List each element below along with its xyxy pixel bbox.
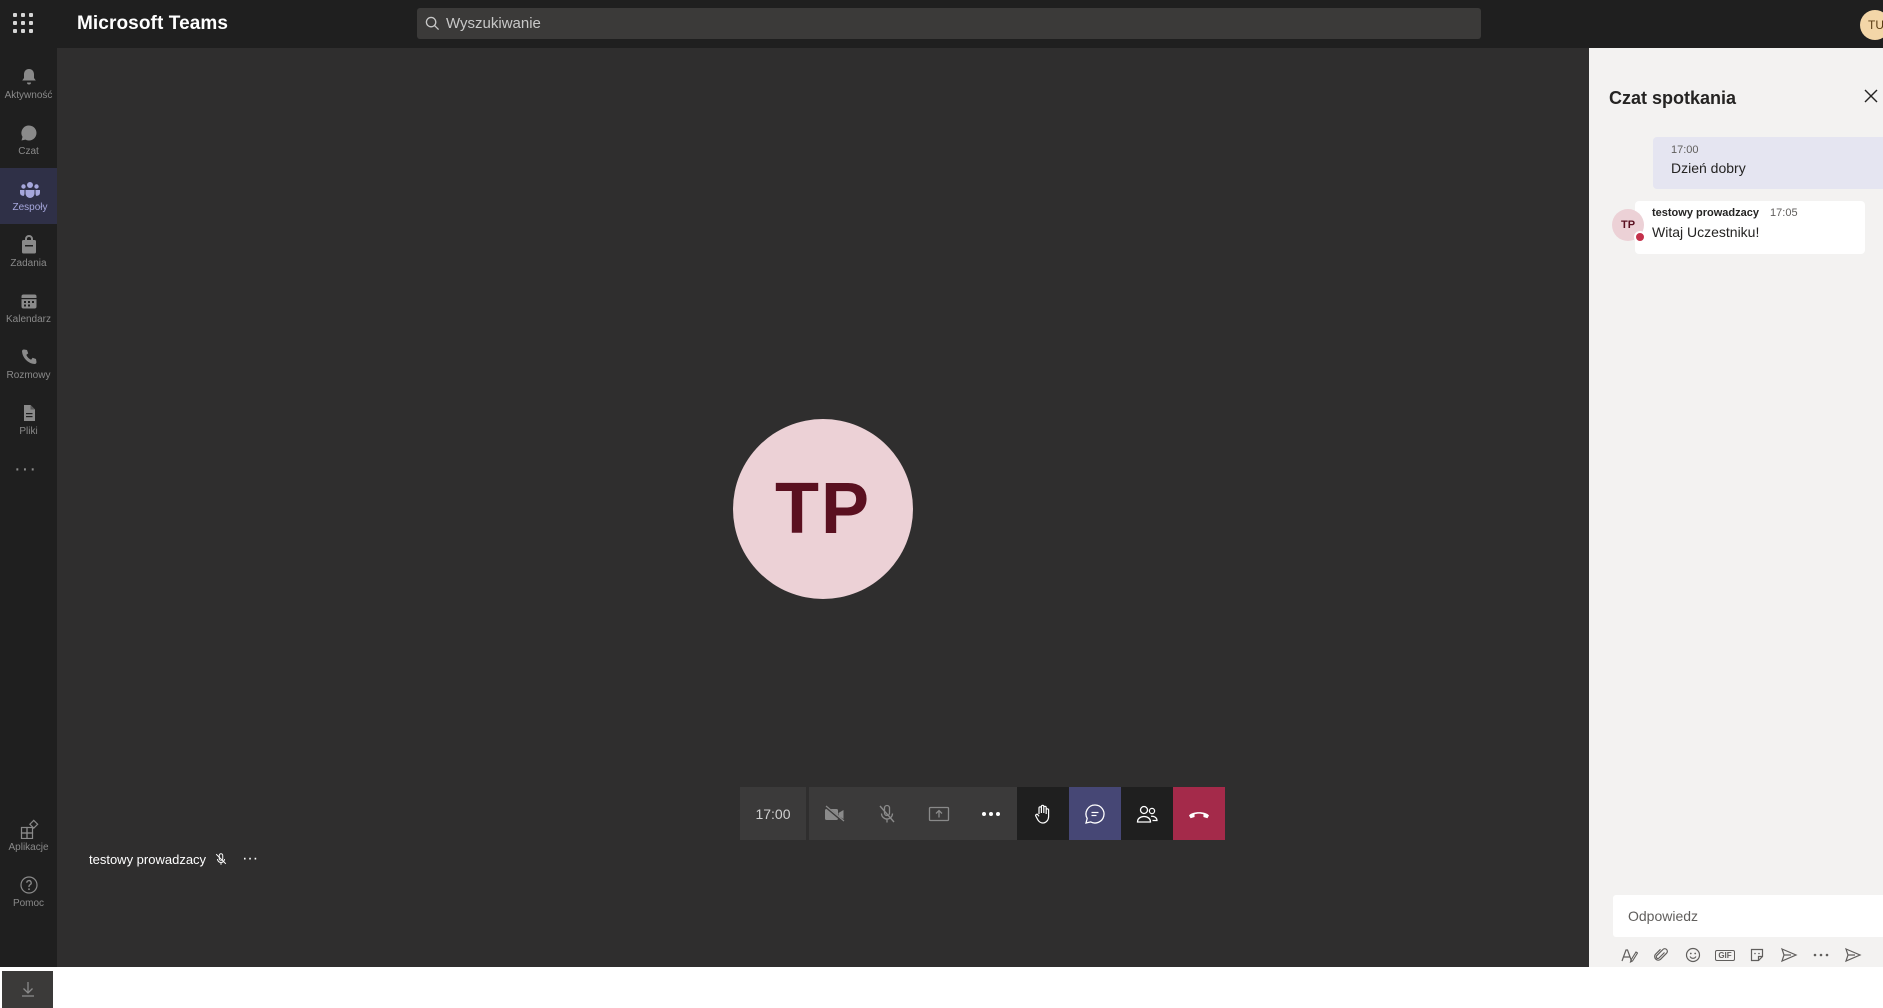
message-text: Witaj Uczestniku! (1652, 224, 1760, 240)
format-icon (1621, 949, 1638, 963)
close-panel-button[interactable] (1863, 88, 1879, 109)
gif-button[interactable]: GIF (1709, 943, 1741, 967)
mic-off-icon (879, 804, 895, 822)
attach-button[interactable] (1645, 943, 1677, 967)
rail-item-label: Kalendarz (5, 314, 52, 325)
meeting-chat-panel: Czat spotkania 17:00 Dzień dobry testowy… (1589, 48, 1883, 967)
app-rail: Aktywność Czat Zespoły Zadania Kalendarz… (0, 48, 57, 1008)
participant-label: testowy prowadzacy ··· (89, 850, 258, 868)
rail-item-label: Zespoły (12, 202, 48, 213)
rail-item-label: Aplikacje (8, 842, 49, 853)
rail-item-label: Aktywność (4, 90, 53, 101)
search-input[interactable] (446, 15, 1446, 32)
chat-message-own[interactable]: 17:00 Dzień dobry (1653, 137, 1883, 189)
show-participants-button[interactable] (1121, 787, 1173, 840)
paperclip-icon (1654, 948, 1668, 961)
bell-icon (21, 69, 36, 85)
chat-message[interactable]: testowy prowadzacy 17:05 Witaj Uczestnik… (1635, 201, 1865, 254)
teams-icon (20, 182, 40, 198)
more-apps-icon[interactable]: ··· (14, 458, 37, 481)
chat-icon (20, 125, 36, 141)
mic-toggle-button[interactable] (861, 787, 913, 840)
call-controls: 17:00 (740, 787, 1225, 840)
share-screen-icon (928, 806, 950, 821)
call-controls-main (809, 787, 1017, 840)
raise-hand-icon (1035, 804, 1050, 824)
rail-item-label: Czat (18, 146, 39, 157)
apps-icon (20, 819, 38, 839)
message-text: Dzień dobry (1671, 160, 1746, 176)
rail-item-assignments[interactable]: Zadania (0, 224, 57, 280)
rail-item-files[interactable]: Pliki (0, 392, 57, 448)
emoji-icon (1685, 947, 1701, 963)
call-timer: 17:00 (740, 787, 806, 840)
reply-box[interactable] (1613, 895, 1883, 937)
search-icon (425, 16, 440, 31)
app-title: Microsoft Teams (77, 13, 229, 34)
mic-off-icon (215, 853, 227, 865)
app-launcher-icon[interactable] (10, 10, 36, 36)
rail-item-calendar[interactable]: Kalendarz (0, 280, 57, 336)
panel-title: Czat spotkania (1609, 88, 1737, 108)
rail-item-teams[interactable]: Zespoły (0, 168, 57, 224)
rail-item-label: Pliki (19, 426, 38, 437)
download-app-button[interactable] (2, 969, 53, 1008)
message-time: 17:00 (1671, 144, 1699, 156)
camera-off-icon (824, 804, 845, 823)
rail-item-label: Pomoc (12, 898, 45, 909)
emoji-button[interactable] (1677, 943, 1709, 967)
rail-item-chat[interactable]: Czat (0, 112, 57, 168)
reply-input[interactable] (1628, 908, 1868, 924)
rail-item-activity[interactable]: Aktywność (0, 56, 57, 112)
message-header: testowy prowadzacy 17:05 (1652, 207, 1865, 219)
message-author: testowy prowadzacy (1652, 207, 1759, 219)
hang-up-icon (1189, 811, 1209, 818)
share-screen-button[interactable] (913, 787, 965, 840)
more-icon (1813, 953, 1829, 957)
leave-call-button[interactable] (1173, 787, 1225, 840)
message-time: 17:05 (1770, 207, 1798, 219)
call-controls-secondary (1017, 787, 1173, 840)
help-icon (19, 876, 38, 894)
search-box[interactable] (417, 8, 1481, 39)
window-bottom-edge (0, 967, 1883, 971)
user-avatar[interactable]: TU (1860, 10, 1883, 40)
send-icon (1845, 947, 1862, 963)
more-options-button[interactable] (1805, 943, 1837, 967)
rail-item-help[interactable]: Pomoc (0, 864, 57, 920)
download-icon (21, 981, 34, 997)
sticker-button[interactable] (1741, 943, 1773, 967)
participant-name: testowy prowadzacy (89, 851, 207, 867)
compose-toolbar: GIF (1613, 943, 1869, 967)
speaker-avatar: TP (733, 419, 913, 599)
more-actions-button[interactable] (965, 787, 1017, 840)
meet-now-button[interactable] (1773, 943, 1805, 967)
camera-toggle-button[interactable] (809, 787, 861, 840)
participants-icon (1136, 805, 1158, 823)
send-button[interactable] (1837, 943, 1869, 967)
file-icon (23, 405, 35, 421)
top-bar: Microsoft Teams TU (0, 0, 1883, 48)
rail-item-apps[interactable]: Aplikacje (0, 808, 57, 864)
chat-icon (1085, 803, 1105, 824)
rail-item-calls[interactable]: Rozmowy (0, 336, 57, 392)
send-arrow-icon (1781, 947, 1798, 963)
sticker-icon (1750, 948, 1764, 962)
rail-item-label: Rozmowy (6, 370, 51, 381)
gif-icon: GIF (1715, 949, 1735, 961)
close-icon (1864, 89, 1878, 103)
format-button[interactable] (1613, 943, 1645, 967)
phone-icon (21, 349, 36, 364)
calendar-icon (21, 294, 36, 309)
more-icon (982, 811, 1000, 816)
show-chat-button[interactable] (1069, 787, 1121, 840)
assignments-icon (21, 235, 36, 254)
presence-busy-icon (1634, 231, 1646, 243)
raise-hand-button[interactable] (1017, 787, 1069, 840)
participant-more-icon[interactable]: ··· (242, 850, 258, 868)
rail-item-label: Zadania (10, 258, 47, 269)
